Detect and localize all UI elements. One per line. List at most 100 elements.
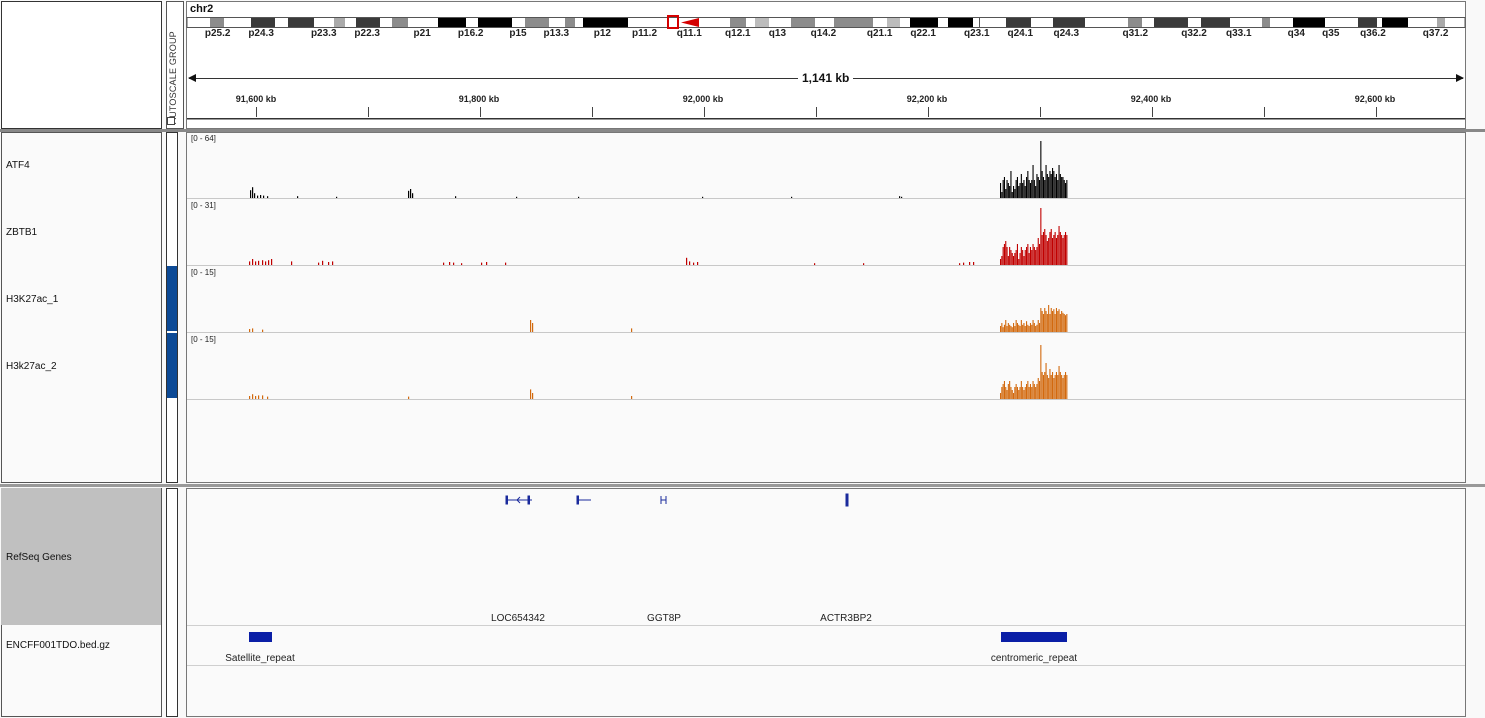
ideogram-band bbox=[910, 18, 938, 27]
band-label: q32.2 bbox=[1181, 28, 1207, 39]
signal-bar bbox=[1016, 323, 1018, 332]
signal-bar bbox=[1058, 165, 1060, 198]
ruler-ticks[interactable]: 91,600 kb 91,800 kb 92,000 kb 92,200 kb 92,4… bbox=[187, 94, 1465, 118]
signal-bar bbox=[1009, 247, 1011, 265]
signal-bar bbox=[1005, 320, 1007, 332]
track-name-h3k27ac-1[interactable]: H3K27ac_1 bbox=[6, 294, 58, 305]
signal-bar bbox=[1042, 375, 1044, 399]
track-separator bbox=[187, 625, 1465, 626]
signal-bar bbox=[1041, 235, 1043, 265]
band-label: q14.2 bbox=[810, 28, 837, 39]
signal-bar bbox=[1040, 345, 1042, 399]
bed-feature-centromeric-repeat[interactable] bbox=[1001, 632, 1067, 642]
signal-bar bbox=[1022, 183, 1024, 198]
ideogram-band bbox=[1293, 18, 1325, 27]
signal-bar bbox=[973, 262, 975, 265]
signal-bar bbox=[257, 195, 259, 198]
signal-bar bbox=[1007, 323, 1009, 332]
signal-bar bbox=[1052, 311, 1054, 332]
signal-bar bbox=[1009, 186, 1011, 198]
signal-bar bbox=[1055, 238, 1057, 265]
signal-bar bbox=[1014, 387, 1016, 399]
signal-bar bbox=[1046, 375, 1048, 399]
signal-bar bbox=[1006, 247, 1008, 265]
signal-bar bbox=[1013, 256, 1015, 265]
signal-bar bbox=[412, 193, 414, 198]
signal-bar bbox=[1044, 180, 1046, 198]
track-name-h3k27ac-2[interactable]: H3k27ac_2 bbox=[6, 361, 57, 372]
region-of-interest-bar[interactable] bbox=[187, 119, 1465, 128]
signal-bar bbox=[461, 263, 463, 265]
signal-bar bbox=[1010, 250, 1012, 265]
chromosome-ideogram[interactable] bbox=[186, 15, 1466, 29]
panel-divider[interactable] bbox=[0, 484, 1485, 487]
signal-bar bbox=[258, 395, 260, 399]
bed-feature-satellite-repeat[interactable] bbox=[249, 632, 272, 642]
track-name-refseq-genes[interactable]: RefSeq Genes bbox=[6, 552, 72, 563]
signal-bar bbox=[1006, 390, 1008, 399]
ideogram-band bbox=[525, 18, 549, 27]
ruler-tick-mark bbox=[928, 107, 929, 117]
ideogram-band bbox=[1201, 18, 1230, 27]
signal-bar bbox=[408, 190, 410, 198]
ruler-tick-mark bbox=[816, 107, 817, 117]
signal-bar bbox=[297, 196, 299, 198]
signal-bar bbox=[1024, 186, 1026, 198]
signal-bar bbox=[1014, 326, 1016, 332]
header-name-panel bbox=[1, 1, 162, 129]
attribute-cell[interactable] bbox=[167, 266, 177, 331]
ideogram-band bbox=[1053, 18, 1085, 27]
gene-label-actr3bp2[interactable]: ACTR3BP2 bbox=[820, 613, 872, 624]
attribute-cell[interactable] bbox=[167, 333, 177, 398]
gene-label-ggt8p[interactable]: GGT8P bbox=[647, 613, 681, 624]
signal-bar bbox=[959, 263, 961, 265]
ruler-tick-mark bbox=[704, 107, 705, 117]
signal-bar bbox=[1048, 177, 1050, 198]
signal-bar bbox=[1000, 326, 1002, 332]
signal-bar bbox=[1046, 241, 1048, 265]
signal-bar bbox=[1001, 256, 1003, 265]
signal-bar bbox=[1027, 381, 1029, 399]
signal-bar bbox=[1065, 183, 1067, 198]
signal-bar bbox=[1035, 387, 1037, 399]
signal-bar bbox=[814, 263, 816, 265]
signal-bar bbox=[1026, 321, 1028, 332]
refseq-gene-glyphs[interactable] bbox=[187, 490, 1465, 520]
signal-bar bbox=[702, 196, 704, 198]
ideogram-band bbox=[392, 18, 408, 27]
signal-bar bbox=[1020, 174, 1022, 198]
signal-bar bbox=[1062, 378, 1064, 399]
ruler-tick-mark bbox=[368, 107, 369, 117]
signal-bar bbox=[1002, 384, 1004, 399]
ruler-tick-label: 92,200 kb bbox=[906, 94, 948, 104]
signal-bar bbox=[1036, 384, 1038, 399]
signal-bar bbox=[631, 328, 633, 332]
signal-bar bbox=[291, 261, 293, 265]
autoscale-checkbox[interactable] bbox=[167, 117, 175, 125]
band-label: q35 bbox=[1322, 28, 1340, 39]
track-name-bed[interactable]: ENCFF001TDO.bed.gz bbox=[6, 640, 110, 651]
signal-bar bbox=[1018, 186, 1020, 198]
track-name-zbtb1[interactable]: ZBTB1 bbox=[6, 227, 37, 238]
signal-track-3 bbox=[249, 345, 1068, 399]
track-name-atf4[interactable]: ATF4 bbox=[6, 160, 30, 171]
signal-bar bbox=[1001, 323, 1003, 332]
signal-track-1 bbox=[249, 208, 1068, 265]
signal-bar bbox=[1006, 326, 1008, 332]
signal-bar bbox=[481, 262, 483, 265]
signal-bar bbox=[969, 262, 971, 265]
signal-bar bbox=[1032, 381, 1034, 399]
signal-bar bbox=[1052, 238, 1054, 265]
signal-bar bbox=[1037, 378, 1039, 399]
autoscale-group-label[interactable]: AUTOSCALE GROUP bbox=[168, 31, 180, 124]
signal-bar bbox=[1048, 238, 1050, 265]
signal-bar bbox=[1063, 314, 1065, 332]
feature-attribute-panel bbox=[166, 488, 178, 717]
signal-bar bbox=[1024, 387, 1026, 399]
signal-tracks-area[interactable] bbox=[187, 132, 1465, 402]
signal-bar bbox=[1015, 384, 1017, 399]
gene-label-loc654342[interactable]: LOC654342 bbox=[491, 613, 545, 624]
band-label: p25.2 bbox=[204, 28, 231, 39]
ruler-tick-label: 92,400 kb bbox=[1130, 94, 1172, 104]
band-label: p22.3 bbox=[354, 28, 380, 39]
